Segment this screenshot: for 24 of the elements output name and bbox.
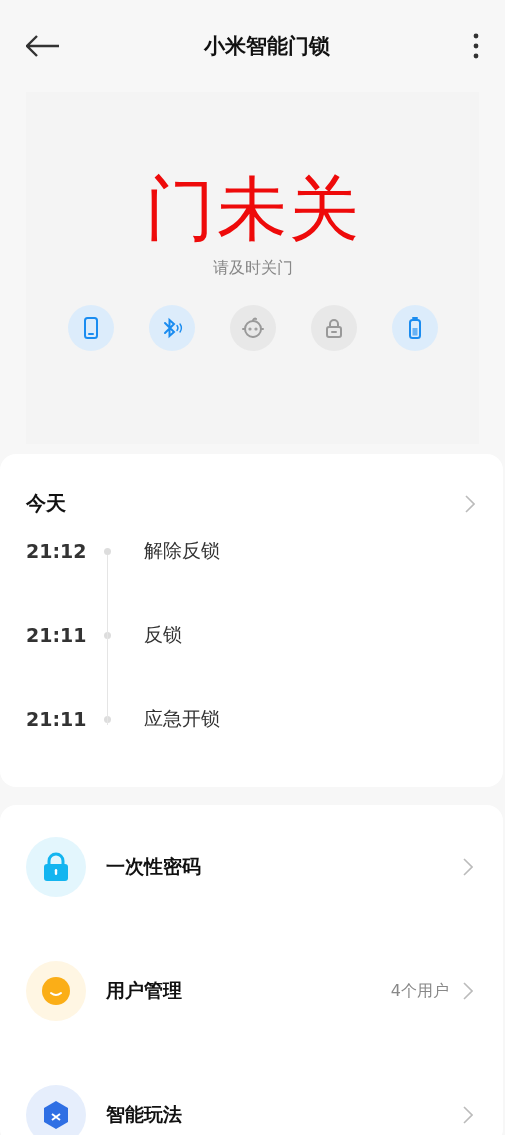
smiley-icon <box>42 977 70 1005</box>
chevron-icon <box>463 858 473 876</box>
door-status: 门未关 <box>144 167 361 252</box>
menu-label[interactable]: 用户管理 <box>106 978 391 1004</box>
baby-face-icon <box>240 316 265 340</box>
chevron-icon <box>465 494 475 513</box>
lock-icon <box>43 852 69 882</box>
log-event: 解除反锁 <box>144 538 220 563</box>
status-hint: 请及时关门 <box>212 258 293 279</box>
page-title: 小米智能门锁 <box>203 33 330 60</box>
log-time: 21:12 <box>26 540 88 562</box>
menu-label[interactable]: 智能玩法 <box>106 1102 463 1128</box>
menu-value: 4个用户 <box>390 980 449 1002</box>
log-title: 今天 <box>26 490 66 517</box>
log-time: 21:11 <box>26 624 88 646</box>
more-icon <box>473 33 479 59</box>
menu-label[interactable]: 一次性密码 <box>106 854 463 880</box>
log-event: 反锁 <box>144 622 182 647</box>
hexagon-icon <box>42 1100 70 1130</box>
log-time: 21:11 <box>26 708 88 730</box>
back-arrow-icon <box>26 35 60 57</box>
chevron-icon <box>463 1106 473 1124</box>
chevron-icon <box>463 982 473 1000</box>
log-event: 应急开锁 <box>144 706 220 731</box>
